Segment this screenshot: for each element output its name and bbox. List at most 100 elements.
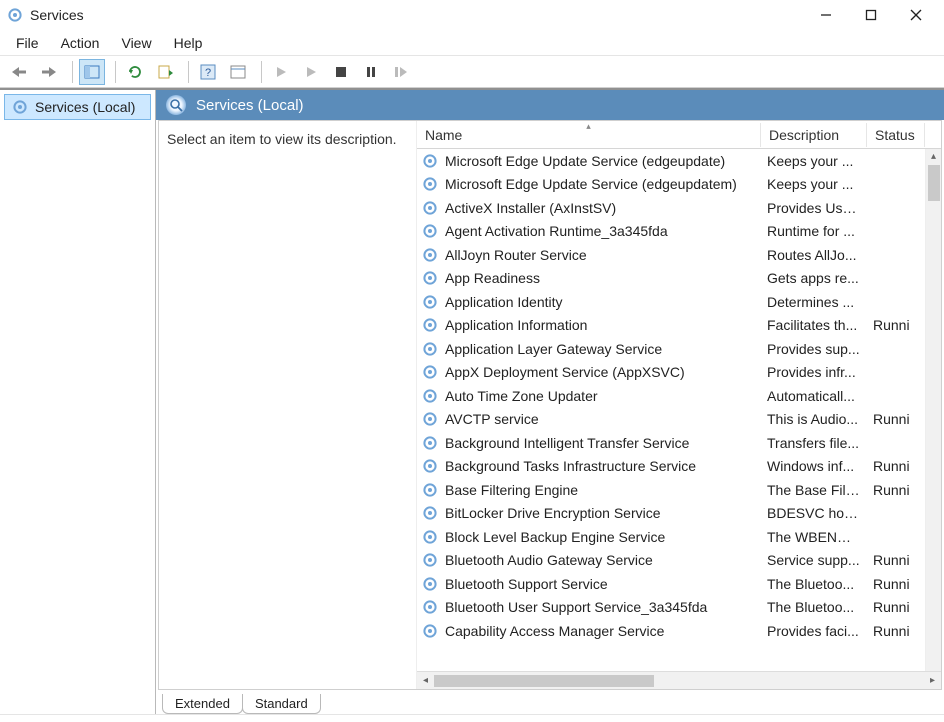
service-icon [417, 458, 439, 474]
export-list-button[interactable] [152, 59, 178, 85]
service-row[interactable]: Background Tasks Infrastructure ServiceW… [417, 455, 941, 479]
service-row[interactable]: App ReadinessGets apps re... [417, 267, 941, 291]
service-row[interactable]: Capability Access Manager ServiceProvide… [417, 619, 941, 643]
service-description: This is Audio... [761, 411, 867, 427]
service-icon [417, 341, 439, 357]
service-name: Bluetooth User Support Service_3a345fda [439, 599, 761, 615]
service-row[interactable]: Bluetooth Audio Gateway ServiceService s… [417, 549, 941, 573]
start-service-button[interactable] [268, 59, 294, 85]
service-icon [417, 153, 439, 169]
close-button[interactable] [893, 1, 938, 29]
app-icon [6, 6, 24, 24]
stop-service-button[interactable] [328, 59, 354, 85]
back-button[interactable] [6, 59, 32, 85]
service-description: Runtime for ... [761, 223, 867, 239]
help-button[interactable]: ? [195, 59, 221, 85]
menubar: File Action View Help [0, 30, 944, 56]
scroll-up-icon[interactable]: ▴ [926, 149, 941, 165]
service-row[interactable]: ActiveX Installer (AxInstSV)Provides Use… [417, 196, 941, 220]
service-name: Background Tasks Infrastructure Service [439, 458, 761, 474]
tab-standard[interactable]: Standard [242, 694, 321, 714]
console-tree[interactable]: Services (Local) [0, 90, 156, 714]
services-list[interactable]: Name Description Status Microsoft Edge U… [417, 121, 941, 689]
service-description: Provides Use... [761, 200, 867, 216]
scroll-thumb-h[interactable] [434, 675, 654, 687]
service-status: Runni [867, 458, 925, 474]
pause-service-button[interactable] [358, 59, 384, 85]
service-row[interactable]: AllJoyn Router ServiceRoutes AllJo... [417, 243, 941, 267]
service-status: Runni [867, 623, 925, 639]
service-row[interactable]: AVCTP serviceThis is Audio...Runni [417, 408, 941, 432]
menu-action[interactable]: Action [51, 32, 110, 54]
service-row[interactable]: BitLocker Drive Encryption ServiceBDESVC… [417, 502, 941, 526]
svg-text:?: ? [205, 67, 211, 79]
column-header-description[interactable]: Description [761, 123, 867, 147]
restart-service-button[interactable] [388, 59, 414, 85]
refresh-button[interactable] [122, 59, 148, 85]
service-status: Runni [867, 411, 925, 427]
tree-item-services-local[interactable]: Services (Local) [4, 94, 151, 120]
service-description: Automaticall... [761, 388, 867, 404]
service-icon [417, 388, 439, 404]
service-description: BDESVC hos... [761, 505, 867, 521]
view-tabs: Extended Standard [156, 690, 944, 714]
service-row[interactable]: Bluetooth Support ServiceThe Bluetoo...R… [417, 572, 941, 596]
service-name: Application Layer Gateway Service [439, 341, 761, 357]
service-name: BitLocker Drive Encryption Service [439, 505, 761, 521]
service-row[interactable]: Microsoft Edge Update Service (edgeupdat… [417, 149, 941, 173]
service-description: Windows inf... [761, 458, 867, 474]
menu-view[interactable]: View [111, 32, 161, 54]
service-icon [417, 247, 439, 263]
service-row[interactable]: Bluetooth User Support Service_3a345fdaT… [417, 596, 941, 620]
panel-body: Select an item to view its description. … [158, 120, 942, 690]
service-status: Runni [867, 576, 925, 592]
service-name: Microsoft Edge Update Service (edgeupdat… [439, 153, 761, 169]
toolbar-separator [72, 61, 73, 83]
service-icon [417, 576, 439, 592]
menu-help[interactable]: Help [164, 32, 213, 54]
scroll-thumb[interactable] [928, 165, 940, 201]
service-row[interactable]: Agent Activation Runtime_3a345fdaRuntime… [417, 220, 941, 244]
service-status: Runni [867, 552, 925, 568]
toolbar-separator [261, 61, 262, 83]
scroll-left-icon[interactable]: ◂ [419, 675, 432, 686]
service-row[interactable]: Application InformationFacilitates th...… [417, 314, 941, 338]
description-pane: Select an item to view its description. [159, 121, 417, 689]
horizontal-scrollbar[interactable]: ◂ ▸ [417, 671, 941, 689]
service-row[interactable]: AppX Deployment Service (AppXSVC)Provide… [417, 361, 941, 385]
column-header-status[interactable]: Status [867, 123, 925, 147]
services-icon [11, 98, 29, 116]
service-icon [417, 176, 439, 192]
service-name: App Readiness [439, 270, 761, 286]
service-row[interactable]: Background Intelligent Transfer ServiceT… [417, 431, 941, 455]
vertical-scrollbar[interactable]: ▴ [925, 149, 941, 671]
show-hide-tree-button[interactable] [79, 59, 105, 85]
properties-button[interactable] [225, 59, 251, 85]
service-row[interactable]: Application IdentityDetermines ... [417, 290, 941, 314]
service-row[interactable]: Base Filtering EngineThe Base Filt...Run… [417, 478, 941, 502]
list-rows[interactable]: Microsoft Edge Update Service (edgeupdat… [417, 149, 941, 671]
service-name: AppX Deployment Service (AppXSVC) [439, 364, 761, 380]
service-icon [417, 599, 439, 615]
forward-button[interactable] [36, 59, 62, 85]
service-description: Provides faci... [761, 623, 867, 639]
service-name: Auto Time Zone Updater [439, 388, 761, 404]
service-name: AVCTP service [439, 411, 761, 427]
tab-extended[interactable]: Extended [162, 694, 243, 714]
menu-file[interactable]: File [6, 32, 49, 54]
minimize-button[interactable] [803, 1, 848, 29]
service-name: Base Filtering Engine [439, 482, 761, 498]
start-service-alt-button[interactable] [298, 59, 324, 85]
scroll-right-icon[interactable]: ▸ [926, 675, 939, 686]
service-description: Service supp... [761, 552, 867, 568]
service-row[interactable]: Microsoft Edge Update Service (edgeupdat… [417, 173, 941, 197]
column-header-name[interactable]: Name [417, 123, 761, 147]
toolbar-separator [115, 61, 116, 83]
service-row[interactable]: Application Layer Gateway ServiceProvide… [417, 337, 941, 361]
service-name: Application Information [439, 317, 761, 333]
service-row[interactable]: Auto Time Zone UpdaterAutomaticall... [417, 384, 941, 408]
maximize-button[interactable] [848, 1, 893, 29]
service-status: Runni [867, 317, 925, 333]
service-row[interactable]: Block Level Backup Engine ServiceThe WBE… [417, 525, 941, 549]
service-icon [417, 270, 439, 286]
